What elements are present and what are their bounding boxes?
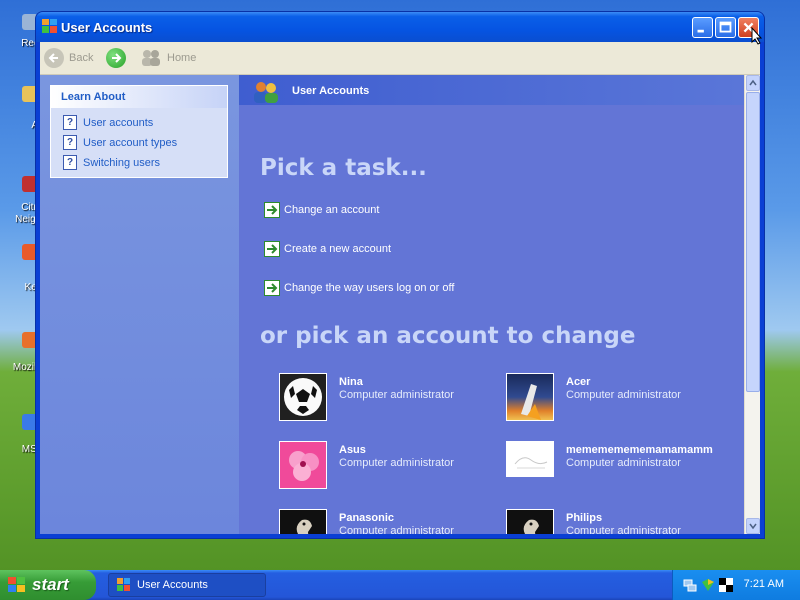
chevron-up-icon <box>749 79 757 86</box>
account-role: Computer administrator <box>566 389 681 401</box>
navigation-toolbar: Back Home <box>40 42 760 75</box>
security-icon[interactable] <box>701 578 715 592</box>
network-icon[interactable] <box>683 578 697 592</box>
account-name: Asus <box>339 444 366 456</box>
white-sketch-picture <box>506 441 554 477</box>
task-change-logon[interactable]: Change the way users log on or off <box>264 280 454 296</box>
banner-title: User Accounts <box>292 85 370 97</box>
scroll-up-button[interactable] <box>746 75 760 91</box>
soccer-ball-picture <box>279 373 327 421</box>
users-icon <box>254 82 278 103</box>
mouse-cursor-icon <box>751 27 763 45</box>
start-button[interactable]: start <box>0 570 96 600</box>
maximize-icon <box>719 21 732 33</box>
pink-flower-picture <box>279 441 327 489</box>
back-button[interactable]: Back <box>44 46 93 70</box>
windows-logo-icon <box>8 577 25 592</box>
learn-link-label: Switching users <box>83 156 161 169</box>
vertical-scrollbar[interactable] <box>744 75 760 534</box>
account-name: Nina <box>339 376 363 388</box>
window-title: User Accounts <box>61 20 153 35</box>
chess-knight-picture <box>506 509 554 534</box>
start-label: start <box>32 575 69 594</box>
learn-about-title: Learn About <box>51 86 227 108</box>
account-name: Panasonic <box>339 512 395 524</box>
clock[interactable]: 7:21 AM <box>744 578 784 590</box>
chevron-down-icon <box>749 523 757 530</box>
space-shuttle-picture <box>506 373 554 421</box>
green-arrow-icon <box>264 202 280 218</box>
system-tray: 7:21 AM <box>672 570 800 600</box>
content-area: Learn About ? User accounts ? User accou… <box>40 75 760 534</box>
task-pane: Learn About ? User accounts ? User accou… <box>40 75 239 534</box>
account-role: Computer administrator <box>339 457 454 469</box>
account-tile[interactable]: memememememamamamm Computer administrato… <box>506 441 744 491</box>
task-change-account[interactable]: Change an account <box>264 202 379 218</box>
page-banner: User Accounts <box>239 75 744 105</box>
learn-link-label: User accounts <box>83 116 154 129</box>
learn-link-label: User account types <box>83 136 178 149</box>
task-label: Change an account <box>284 204 380 216</box>
learn-link-account-types[interactable]: ? User account types <box>63 135 177 150</box>
account-role: Computer administrator <box>566 525 681 534</box>
scroll-thumb[interactable] <box>746 92 760 392</box>
maximize-button[interactable] <box>715 17 736 38</box>
pick-task-heading: Pick a task... <box>260 155 427 181</box>
green-arrow-icon <box>264 280 280 296</box>
home-button[interactable]: Home <box>140 46 196 70</box>
help-icon: ? <box>63 155 77 170</box>
task-label: Create a new account <box>284 243 392 255</box>
account-tile[interactable]: Acer Computer administrator <box>506 373 744 423</box>
main-pane: User Accounts Pick a task... Change an a… <box>239 75 744 534</box>
account-name: Acer <box>566 376 591 388</box>
pick-account-heading: or pick an account to change <box>260 323 636 349</box>
user-accounts-window: User Accounts Back Home Learn About ? Us… <box>35 11 765 539</box>
taskbar: start User Accounts 7:21 AM <box>0 570 800 600</box>
back-arrow-icon <box>44 48 64 68</box>
taskbar-item-label: User Accounts <box>137 579 208 591</box>
account-role: Computer administrator <box>339 389 454 401</box>
taskbar-item-user-accounts[interactable]: User Accounts <box>108 573 266 597</box>
green-arrow-icon <box>264 241 280 257</box>
account-role: Computer administrator <box>566 457 681 469</box>
task-label: Change the way users log on or off <box>284 282 455 294</box>
account-tile[interactable]: Panasonic Computer administrator <box>279 509 519 534</box>
learn-about-box: Learn About ? User accounts ? User accou… <box>50 85 228 178</box>
learn-link-user-accounts[interactable]: ? User accounts <box>63 115 153 130</box>
help-icon: ? <box>63 135 77 150</box>
account-name: memememememamamamm <box>566 444 713 456</box>
forward-button[interactable] <box>106 46 131 70</box>
back-button-label: Back <box>69 52 94 64</box>
user-accounts-icon <box>117 578 130 591</box>
account-role: Computer administrator <box>339 525 454 534</box>
scroll-down-button[interactable] <box>746 518 760 534</box>
home-users-icon <box>142 50 160 66</box>
account-tile[interactable]: Philips Computer administrator <box>506 509 744 534</box>
forward-arrow-icon <box>106 48 126 68</box>
help-icon: ? <box>63 115 77 130</box>
account-tile[interactable]: Asus Computer administrator <box>279 441 519 491</box>
minimize-icon <box>697 29 704 33</box>
minimize-button[interactable] <box>692 17 713 38</box>
task-create-account[interactable]: Create a new account <box>264 241 391 257</box>
user-accounts-icon <box>42 19 57 33</box>
display-icon[interactable] <box>719 578 733 592</box>
account-name: Philips <box>566 512 603 524</box>
learn-link-switching-users[interactable]: ? Switching users <box>63 155 160 170</box>
title-bar[interactable]: User Accounts <box>36 12 764 42</box>
chess-knight-picture <box>279 509 327 534</box>
home-button-label: Home <box>167 52 197 64</box>
account-tile[interactable]: Nina Computer administrator <box>279 373 519 423</box>
